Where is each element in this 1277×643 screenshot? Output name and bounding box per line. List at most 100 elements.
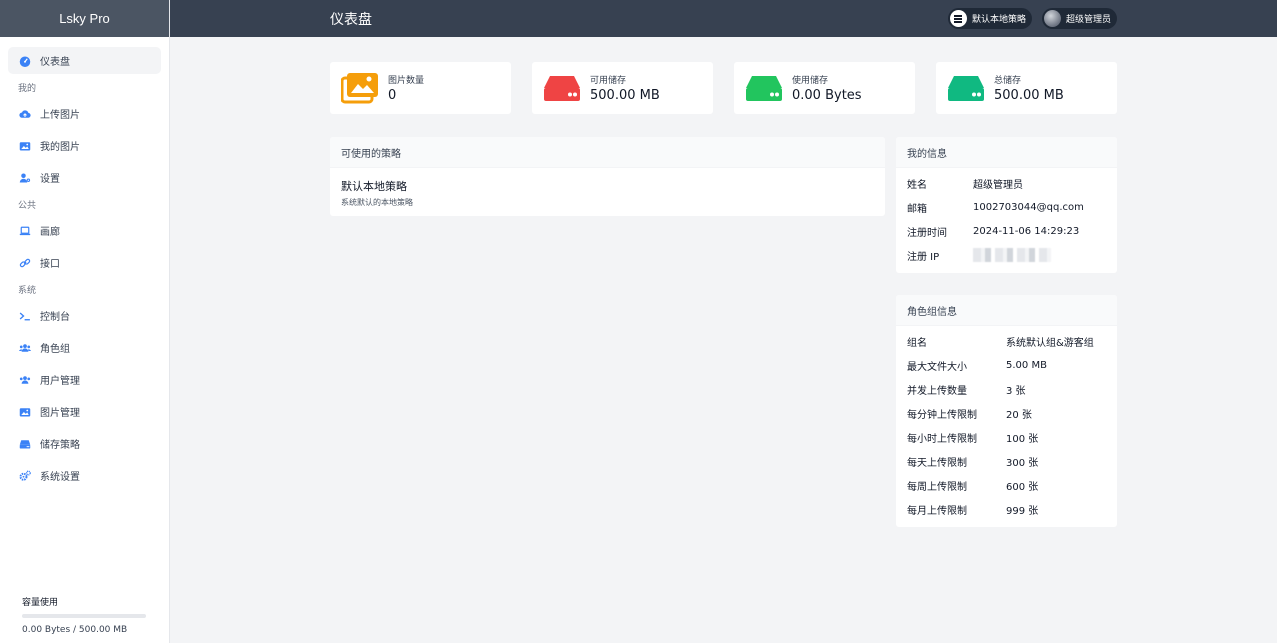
role-row: 并发上传数量 3 张 [896,377,1117,401]
strategies-panel: 可使用的策略 默认本地策略 系统默认的本地策略 [330,137,885,216]
role-key: 组名 [907,337,927,349]
stat-label: 总储存 [994,76,1022,86]
stat-label: 图片数量 [388,76,425,86]
role-row: 每天上传限制 300 张 [896,449,1117,473]
info-value: 1002703044@qq.com [973,201,1084,213]
sidebar-item-image-management[interactable]: 图片管理 [8,398,161,425]
role-row: 最大文件大小 5.00 MB [896,353,1117,377]
sidebar-item-label: 设置 [40,174,60,185]
brand-logo[interactable]: Lsky Pro [0,0,169,37]
section-label-public: 公共 [18,201,37,211]
sidebar-item-api[interactable]: 接口 [8,249,161,276]
strategy-name: 默认本地策略 [341,180,407,193]
stat-card-total-storage: 总储存 500.00 MB [936,62,1117,114]
role-key: 每小时上传限制 [907,433,977,445]
role-key: 最大文件大小 [907,361,967,373]
stat-label: 使用储存 [792,76,829,86]
info-row: 注册 IP [896,243,1117,267]
role-value: 系统默认组&游客组 [1006,337,1094,349]
stat-card-used-storage: 使用储存 0.00 Bytes [734,62,915,114]
panel-title: 可使用的策略 [330,137,885,168]
sidebar-item-dashboard[interactable]: 仪表盘 [8,47,161,74]
user-cog-icon [18,171,32,185]
sidebar-item-my-images[interactable]: 我的图片 [8,132,161,159]
users-icon [18,341,32,355]
stat-value: 0.00 Bytes [792,88,862,103]
user-menu-label: 超级管理员 [1065,15,1111,25]
sidebar-item-storage-strategy[interactable]: 储存策略 [8,430,161,457]
capacity-progress-bar [22,614,146,618]
panel-title: 我的信息 [896,137,1117,168]
user-menu-button[interactable]: 超级管理员 [1041,8,1117,29]
users-icon [18,373,32,387]
gauge-icon [18,54,32,68]
hdd-icon [18,437,32,451]
role-key: 每周上传限制 [907,481,967,493]
strategy-item[interactable]: 默认本地策略 系统默认的本地策略 [330,178,885,208]
strategy-selector-button[interactable]: 默认本地策略 [947,8,1032,29]
link-icon [18,256,32,270]
role-value: 20 张 [1006,409,1032,421]
section-label-mine: 我的 [18,84,37,94]
images-icon [18,139,32,153]
sidebar-item-label: 图片管理 [40,408,80,419]
page-title: 仪表盘 [330,11,372,28]
sidebar-item-label: 角色组 [40,344,70,355]
role-key: 每分钟上传限制 [907,409,977,421]
role-key: 并发上传数量 [907,385,967,397]
sidebar-item-roles[interactable]: 角色组 [8,334,161,361]
role-row: 每周上传限制 600 张 [896,473,1117,497]
stat-card-available-storage: 可用储存 500.00 MB [532,62,713,114]
hdd-icon [744,71,784,105]
my-info-panel: 我的信息 姓名 超级管理员 邮箱 1002703044@qq.com 注册时间 202… [896,137,1117,273]
role-value: 3 张 [1006,385,1026,397]
sidebar-item-upload[interactable]: 上传图片 [8,100,161,127]
role-row: 每小时上传限制 100 张 [896,425,1117,449]
list-icon [949,10,967,27]
sidebar-item-user-management[interactable]: 用户管理 [8,366,161,393]
strategy-selector-label: 默认本地策略 [971,15,1026,25]
info-value: 超级管理员 [973,179,1023,191]
sidebar-item-system-settings[interactable]: 系统设置 [8,462,161,489]
sidebar-nav: 仪表盘 我的 上传图片 我的图片 设置 公共 画廊 接口 系统 控制台 角色组 … [0,37,169,489]
info-key: 注册时间 [907,227,947,239]
sidebar-item-label: 储存策略 [40,440,80,451]
panel-title: 角色组信息 [896,295,1117,326]
sidebar-item-label: 用户管理 [40,376,80,387]
stat-value: 0 [388,88,397,103]
sidebar-item-settings[interactable]: 设置 [8,164,161,191]
capacity-usage-title: 容量使用 [22,598,59,608]
sidebar-item-console[interactable]: 控制台 [8,302,161,329]
role-value: 100 张 [1006,433,1039,445]
laptop-icon [18,224,32,238]
role-row: 每月上传限制 999 张 [896,497,1117,521]
top-header: 仪表盘 默认本地策略 超级管理员 [170,0,1277,37]
sidebar-item-label: 画廊 [40,227,60,238]
role-info-panel: 角色组信息 组名 系统默认组&游客组 最大文件大小 5.00 MB 并发上传数量 3 … [896,295,1117,527]
sidebar-item-label: 我的图片 [40,142,80,153]
role-value: 5.00 MB [1006,359,1047,371]
sidebar-item-label: 仪表盘 [40,57,70,68]
stat-value: 500.00 MB [994,88,1064,103]
sidebar-item-label: 系统设置 [40,472,80,483]
info-row: 注册时间 2024-11-06 14:29:23 [896,219,1117,243]
sidebar: Lsky Pro 仪表盘 我的 上传图片 我的图片 设置 公共 画廊 接口 系统 [0,0,170,643]
role-value: 600 张 [1006,481,1039,493]
info-row: 邮箱 1002703044@qq.com [896,195,1117,219]
terminal-icon [18,309,32,323]
cloud-upload-icon [18,107,32,121]
role-row: 组名 系统默认组&游客组 [896,329,1117,353]
sidebar-item-label: 控制台 [40,312,70,323]
capacity-usage: 容量使用 0.00 Bytes / 500.00 MB [22,595,146,635]
role-key: 每月上传限制 [907,505,967,517]
sidebar-item-gallery[interactable]: 画廊 [8,217,161,244]
info-key: 姓名 [907,179,927,191]
role-key: 每天上传限制 [907,457,967,469]
redacted-ip-value [973,248,1051,262]
images-icon [340,71,380,105]
info-row: 姓名 超级管理员 [896,171,1117,195]
role-row: 每分钟上传限制 20 张 [896,401,1117,425]
header-actions: 默认本地策略 超级管理员 [947,8,1117,29]
section-label-system: 系统 [18,286,37,296]
info-key: 注册 IP [907,251,940,263]
